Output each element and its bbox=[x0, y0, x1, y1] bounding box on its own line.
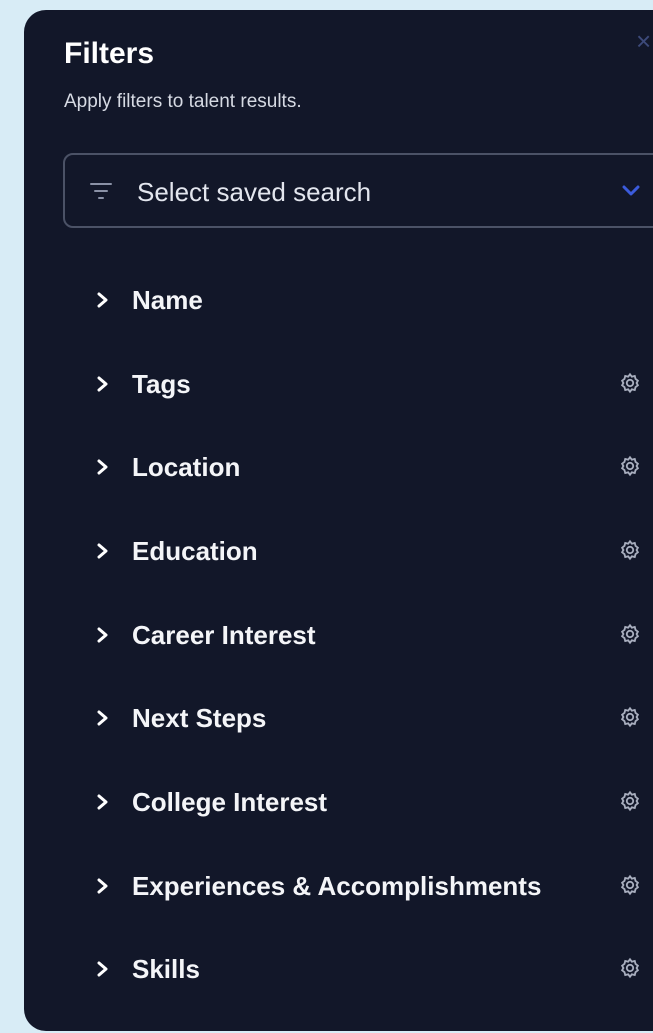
saved-search-placeholder: Select saved search bbox=[137, 177, 372, 207]
filter-item-experiences-accomplishments[interactable]: Experiences & Accomplishments bbox=[24, 858, 653, 914]
chevron-right-icon bbox=[97, 459, 108, 475]
filter-item-education[interactable]: Education bbox=[24, 523, 653, 579]
gear-icon[interactable] bbox=[619, 706, 641, 728]
chevron-right-icon bbox=[97, 961, 108, 977]
chevron-right-icon bbox=[97, 376, 108, 392]
filter-item-label: Name bbox=[132, 285, 203, 315]
filters-panel: × Filters Apply filters to talent result… bbox=[24, 10, 653, 1031]
close-icon: × bbox=[636, 26, 652, 56]
chevron-right-icon bbox=[97, 794, 108, 810]
filter-item-career-interest[interactable]: Career Interest bbox=[24, 607, 653, 663]
chevron-right-icon bbox=[97, 627, 108, 643]
chevron-right-icon bbox=[97, 710, 108, 726]
chevron-down-icon bbox=[622, 185, 640, 196]
gear-icon[interactable] bbox=[619, 874, 641, 896]
gear-icon[interactable] bbox=[619, 372, 641, 394]
filter-item-skills[interactable]: Skills bbox=[24, 941, 653, 997]
filter-icon bbox=[90, 183, 112, 199]
chevron-right-icon bbox=[97, 543, 108, 559]
filter-item-tags[interactable]: Tags bbox=[24, 356, 653, 412]
gear-icon[interactable] bbox=[619, 539, 641, 561]
filter-item-label: Experiences & Accomplishments bbox=[132, 871, 542, 901]
gear-icon[interactable] bbox=[619, 455, 641, 477]
gear-icon[interactable] bbox=[619, 957, 641, 979]
filter-item-label: College Interest bbox=[132, 787, 328, 817]
gear-icon[interactable] bbox=[619, 623, 641, 645]
filter-item-label: Location bbox=[132, 452, 241, 482]
filter-item-label: Next Steps bbox=[132, 703, 267, 733]
filter-item-college-interest[interactable]: College Interest bbox=[24, 774, 653, 830]
panel-title: Filters bbox=[64, 37, 155, 70]
filter-item-next-steps[interactable]: Next Steps bbox=[24, 690, 653, 746]
filter-item-location[interactable]: Location bbox=[24, 439, 653, 495]
saved-search-select[interactable]: Select saved search bbox=[63, 153, 653, 228]
filter-item-label: Skills bbox=[132, 954, 200, 984]
gear-icon[interactable] bbox=[619, 790, 641, 812]
panel-subtitle: Apply filters to talent results. bbox=[64, 91, 302, 112]
chevron-right-icon bbox=[97, 292, 108, 308]
filter-item-label: Career Interest bbox=[132, 620, 316, 650]
chevron-right-icon bbox=[97, 878, 108, 894]
filter-item-label: Education bbox=[132, 536, 258, 566]
filter-item-name[interactable]: Name bbox=[24, 272, 653, 328]
close-button[interactable]: × bbox=[636, 24, 653, 58]
filter-item-label: Tags bbox=[132, 369, 191, 399]
